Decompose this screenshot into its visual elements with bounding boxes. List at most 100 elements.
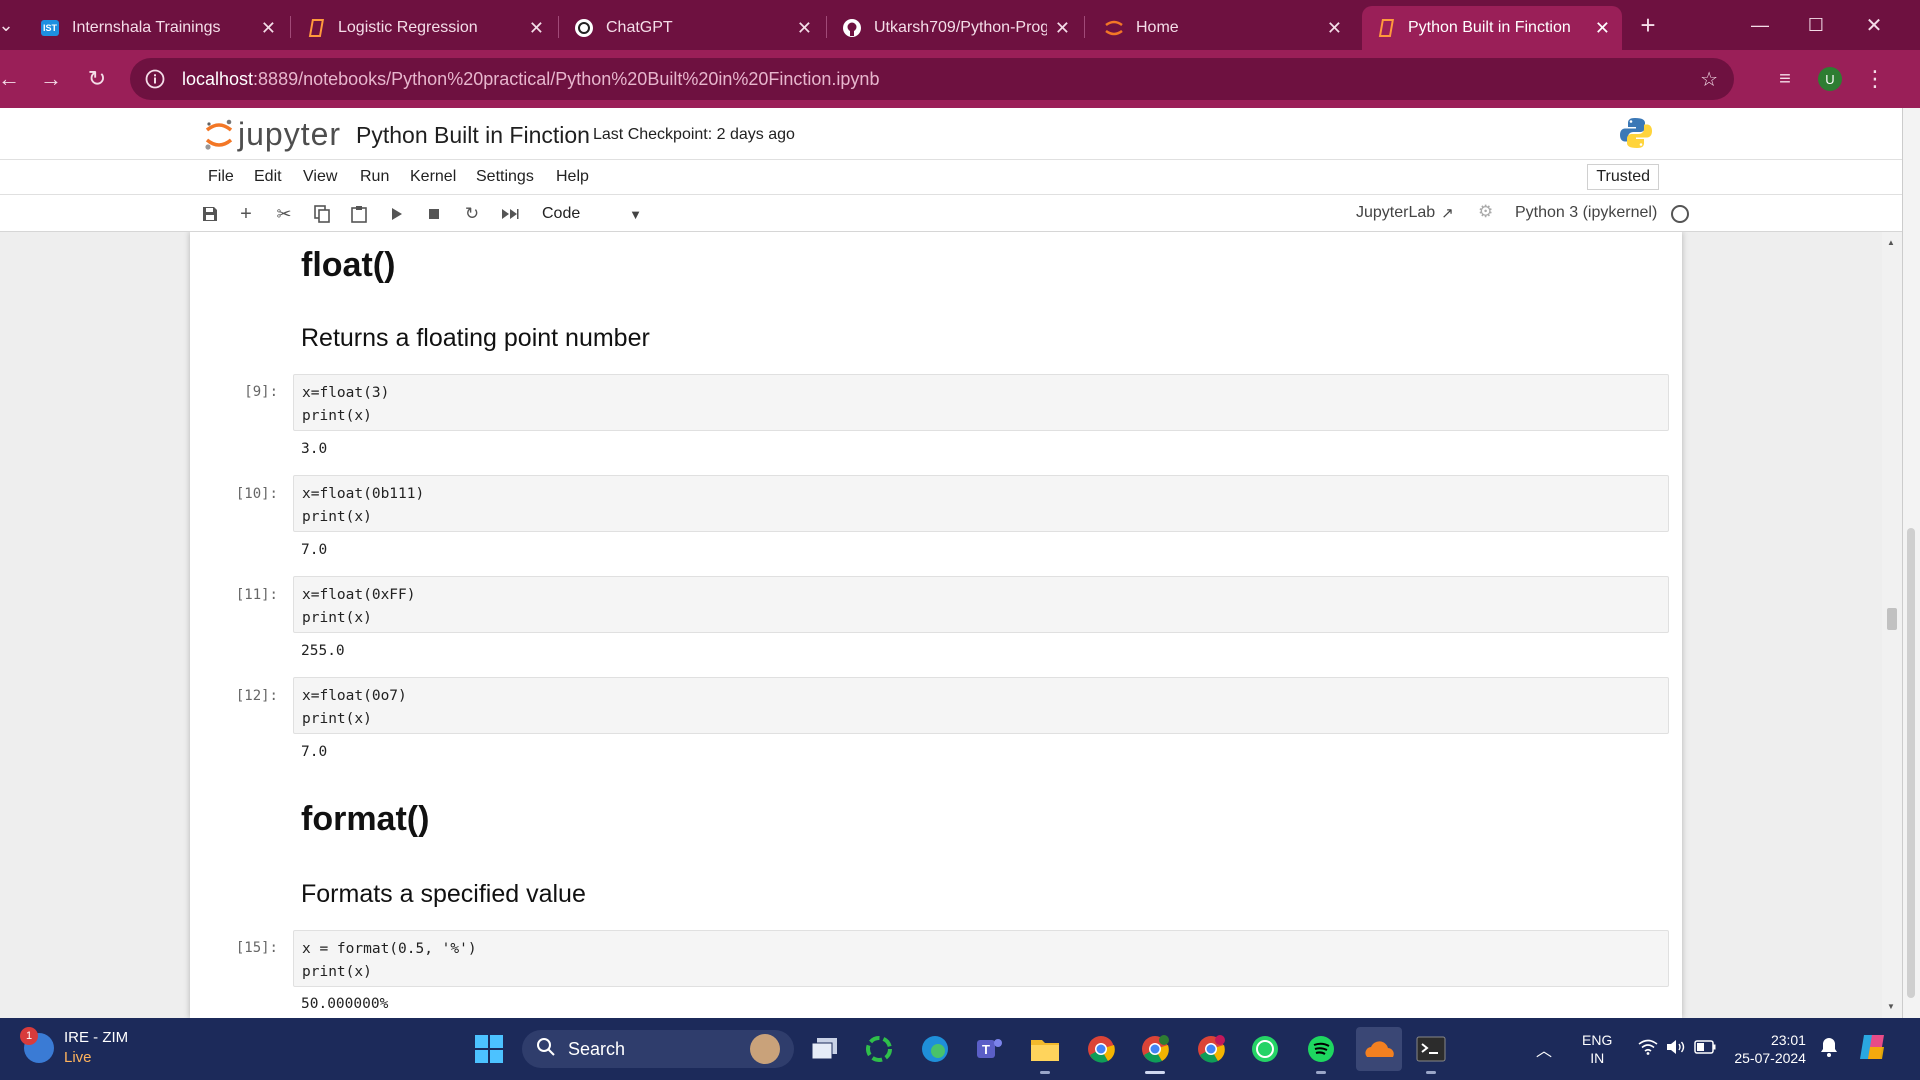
cut-icon[interactable]: ✂	[272, 202, 296, 226]
kernel-name[interactable]: Python 3 (ipykernel)	[1515, 204, 1657, 222]
edge-browser-icon[interactable]	[918, 1032, 952, 1066]
page-scrollbar-thumb[interactable]	[1907, 528, 1915, 998]
reload-icon[interactable]: ↻	[80, 62, 114, 96]
chevron-down-icon: ▼	[629, 206, 642, 222]
trusted-indicator[interactable]: Trusted	[1587, 164, 1659, 190]
tab-python-built-in[interactable]: Python Built in Finction ✕	[1362, 6, 1622, 50]
cell-output: 3.0	[301, 441, 328, 457]
windows-taskbar: 1 IRE - ZIM Live Search T ︿ ENG IN 23:01…	[0, 1018, 1920, 1080]
browser-menu-icon[interactable]: ⋮	[1858, 62, 1892, 96]
paste-icon[interactable]	[347, 202, 371, 226]
tab-github[interactable]: Utkarsh709/Python-Progra ✕	[828, 6, 1082, 50]
code-input[interactable]: x=float(0xFF) print(x)	[302, 584, 416, 629]
scrollbar-thumb[interactable]	[1887, 608, 1897, 630]
stop-icon[interactable]	[422, 202, 446, 226]
notification-bell-icon[interactable]	[1820, 1037, 1838, 1061]
wifi-icon[interactable]	[1638, 1039, 1658, 1059]
restart-icon[interactable]: ↻	[460, 202, 484, 226]
cell-type-select[interactable]: Code ▼	[542, 202, 642, 226]
notebook-scrollbar[interactable]: ▲ ▼	[1882, 232, 1902, 1018]
menu-settings[interactable]: Settings	[476, 168, 534, 186]
tab-chatgpt[interactable]: ChatGPT ✕	[560, 6, 824, 50]
minimize-button[interactable]: —	[1732, 0, 1788, 50]
tab-home[interactable]: Home ✕	[1090, 6, 1354, 50]
new-tab-button[interactable]: +	[1620, 0, 1676, 50]
scroll-up-icon[interactable]: ▲	[1887, 238, 1895, 247]
bookmark-star-icon[interactable]: ☆	[1700, 67, 1718, 92]
media-control-icon[interactable]: ≡	[1768, 62, 1802, 96]
url-bar[interactable]: localhost:8889/notebooks/Python%20practi…	[130, 58, 1734, 100]
save-icon[interactable]	[198, 202, 222, 226]
fast-forward-icon[interactable]	[498, 202, 522, 226]
tab-logistic-regression[interactable]: Logistic Regression ✕	[292, 6, 556, 50]
close-tab-icon[interactable]: ✕	[1327, 18, 1342, 39]
task-view-icon[interactable]	[808, 1032, 842, 1066]
chrome-profile-u-icon[interactable]	[1138, 1032, 1172, 1074]
jupyter-logo-icon	[205, 119, 233, 150]
maximize-button[interactable]: ☐	[1788, 0, 1844, 50]
page-scrollbar[interactable]	[1902, 108, 1920, 1018]
code-cell[interactable]: x=float(3) print(x)	[293, 374, 1669, 431]
weather-widget[interactable]: 1 IRE - ZIM Live	[20, 1027, 128, 1068]
chrome-profile-2-icon[interactable]	[1194, 1032, 1228, 1066]
scroll-down-icon[interactable]: ▼	[1887, 1002, 1895, 1011]
code-cell[interactable]: x=float(0o7) print(x)	[293, 677, 1669, 734]
code-cell[interactable]: x = format(0.5, '%') print(x)	[293, 930, 1669, 987]
close-tab-icon[interactable]: ✕	[261, 18, 276, 39]
last-checkpoint: Last Checkpoint: 2 days ago	[593, 126, 795, 143]
code-input[interactable]: x=float(0b111) print(x)	[302, 483, 424, 528]
jupyter-logo[interactable]: jupyter	[204, 116, 341, 153]
close-window-button[interactable]: ✕	[1846, 0, 1902, 50]
copy-icon[interactable]	[310, 202, 334, 226]
teams-icon[interactable]: T	[972, 1032, 1006, 1066]
back-icon[interactable]: ←	[0, 62, 26, 96]
file-explorer-icon[interactable]	[1028, 1032, 1062, 1074]
tab-search-chevron-icon[interactable]: ⌄	[0, 0, 26, 50]
cell-output: 7.0	[301, 744, 328, 760]
close-tab-icon[interactable]: ✕	[1595, 18, 1610, 39]
battery-icon[interactable]	[1694, 1040, 1716, 1058]
svg-text:T: T	[982, 1042, 990, 1057]
code-input[interactable]: x = format(0.5, '%') print(x)	[302, 938, 477, 983]
sync-app-icon[interactable]	[862, 1032, 896, 1066]
notebook-toolbar: + ✂ ↻ Code ▼ JupyterLab ↗ ⚙ Python 3 (ip…	[0, 195, 1902, 232]
close-tab-icon[interactable]: ✕	[529, 18, 544, 39]
notebook-title[interactable]: Python Built in Finction	[356, 122, 590, 149]
menu-kernel[interactable]: Kernel	[410, 168, 456, 186]
github-icon	[842, 18, 862, 38]
windows-start-icon[interactable]	[472, 1032, 506, 1066]
jupyterlab-link[interactable]: JupyterLab ↗	[1356, 204, 1454, 222]
taskbar-search[interactable]: Search	[522, 1030, 794, 1068]
cell-output: 7.0	[301, 542, 328, 558]
spotify-icon[interactable]	[1304, 1032, 1338, 1074]
menu-edit[interactable]: Edit	[254, 168, 282, 186]
add-cell-icon[interactable]: +	[234, 202, 258, 226]
language-indicator[interactable]: ENG IN	[1582, 1031, 1612, 1067]
copilot-icon[interactable]	[1858, 1033, 1888, 1065]
code-input[interactable]: x=float(3) print(x)	[302, 382, 389, 427]
close-tab-icon[interactable]: ✕	[1055, 18, 1070, 39]
menu-view[interactable]: View	[303, 168, 337, 186]
menu-file[interactable]: File	[208, 168, 234, 186]
clock[interactable]: 23:01 25-07-2024	[1734, 1031, 1806, 1067]
run-icon[interactable]	[385, 202, 409, 226]
show-hidden-icons-chevron[interactable]: ︿	[1536, 1037, 1552, 1061]
chrome-icon[interactable]	[1084, 1032, 1118, 1066]
site-info-icon[interactable]	[144, 68, 166, 90]
code-cell[interactable]: x=float(0b111) print(x)	[293, 475, 1669, 532]
notebook-page: float() Returns a floating point number …	[190, 232, 1682, 1018]
volume-icon[interactable]	[1666, 1039, 1686, 1059]
whatsapp-icon[interactable]	[1248, 1032, 1282, 1066]
menu-help[interactable]: Help	[556, 168, 589, 186]
forward-icon[interactable]: →	[34, 62, 68, 96]
gear-icon[interactable]: ⚙	[1478, 202, 1493, 222]
tab-title: Utkarsh709/Python-Progra	[874, 19, 1047, 36]
menu-run[interactable]: Run	[360, 168, 389, 186]
tab-internshala[interactable]: IST Internshala Trainings ✕	[26, 6, 288, 50]
code-input[interactable]: x=float(0o7) print(x)	[302, 685, 407, 730]
cloud-app-icon[interactable]	[1356, 1027, 1402, 1071]
close-tab-icon[interactable]: ✕	[797, 18, 812, 39]
terminal-icon[interactable]	[1414, 1032, 1448, 1074]
profile-button[interactable]: U	[1813, 62, 1847, 96]
code-cell[interactable]: x=float(0xFF) print(x)	[293, 576, 1669, 633]
